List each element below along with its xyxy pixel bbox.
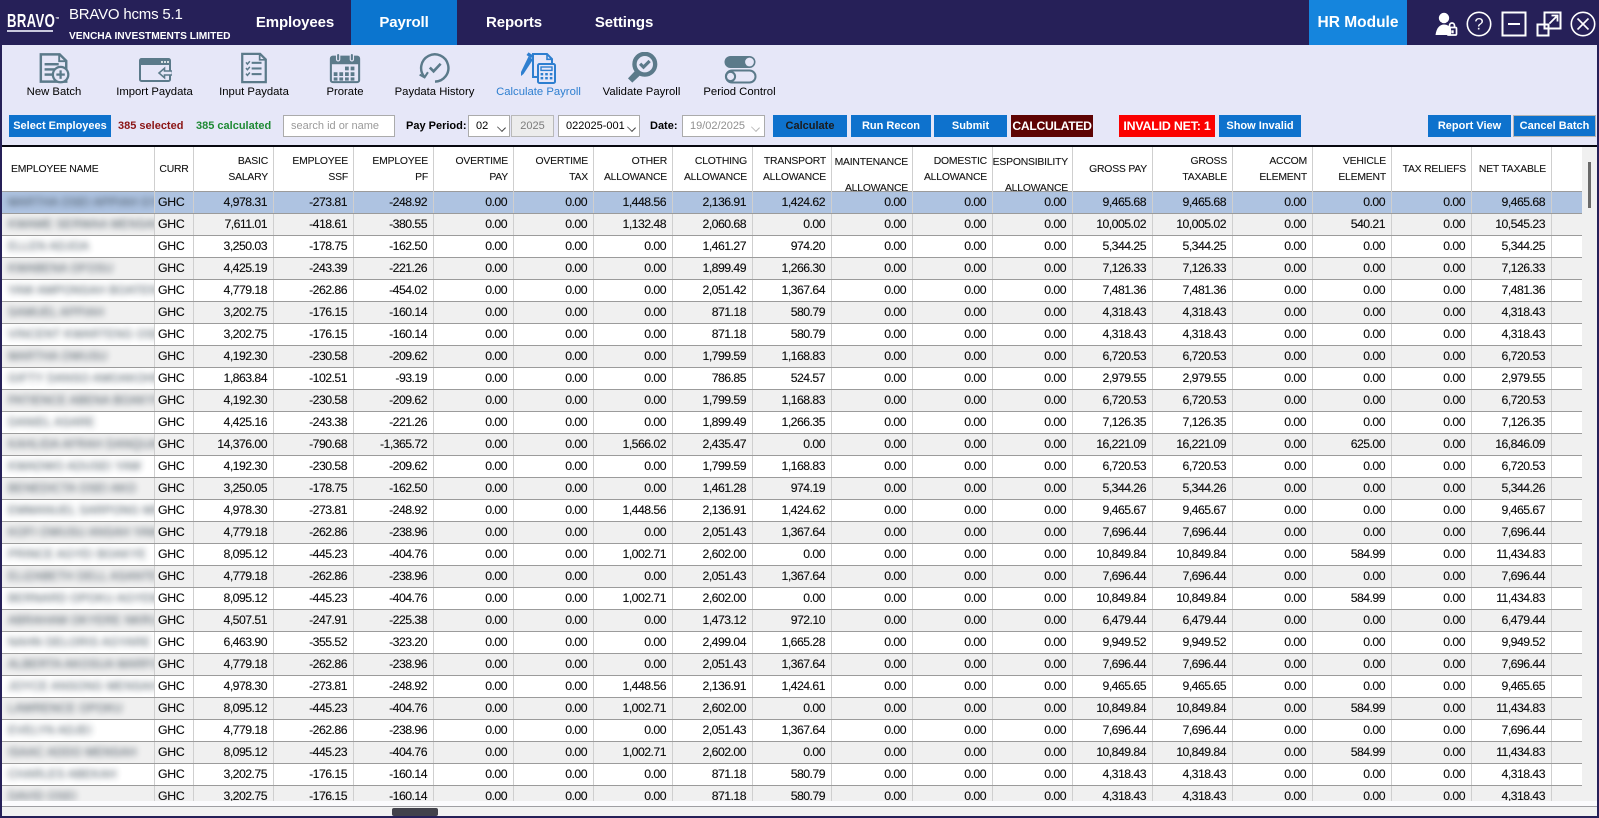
svg-text:?: ?: [1474, 16, 1483, 34]
